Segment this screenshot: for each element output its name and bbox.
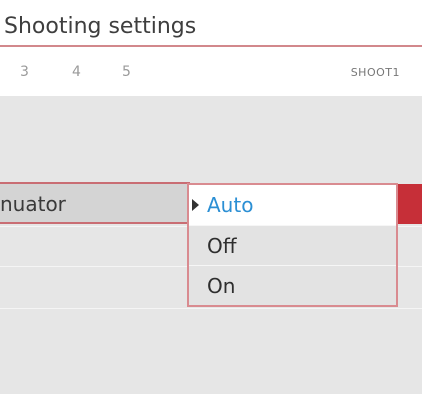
cursor-arrow-icon (192, 199, 199, 211)
tab-4[interactable]: 4 (72, 64, 81, 80)
menu-item-selected[interactable]: nuator (0, 182, 190, 224)
header-bar: Shooting settings (0, 0, 422, 52)
title-underline (0, 45, 422, 47)
option-auto[interactable]: Auto (189, 185, 396, 225)
option-off[interactable]: Off (189, 226, 396, 266)
page-title: Shooting settings (4, 14, 197, 39)
menu-item-label: nuator (0, 192, 66, 216)
options-dropdown: Auto Off On (187, 183, 398, 307)
tab-bar: 3 4 5 SHOOT1 (0, 52, 422, 148)
row-divider (0, 308, 422, 309)
tab-5[interactable]: 5 (122, 64, 131, 80)
option-label: Off (207, 234, 237, 258)
tab-3[interactable]: 3 (20, 64, 29, 80)
option-label: On (207, 274, 236, 298)
option-on[interactable]: On (189, 266, 396, 306)
tab-page-label: SHOOT1 (350, 66, 400, 79)
option-label: Auto (207, 193, 254, 217)
selection-accent-bar (398, 184, 422, 224)
